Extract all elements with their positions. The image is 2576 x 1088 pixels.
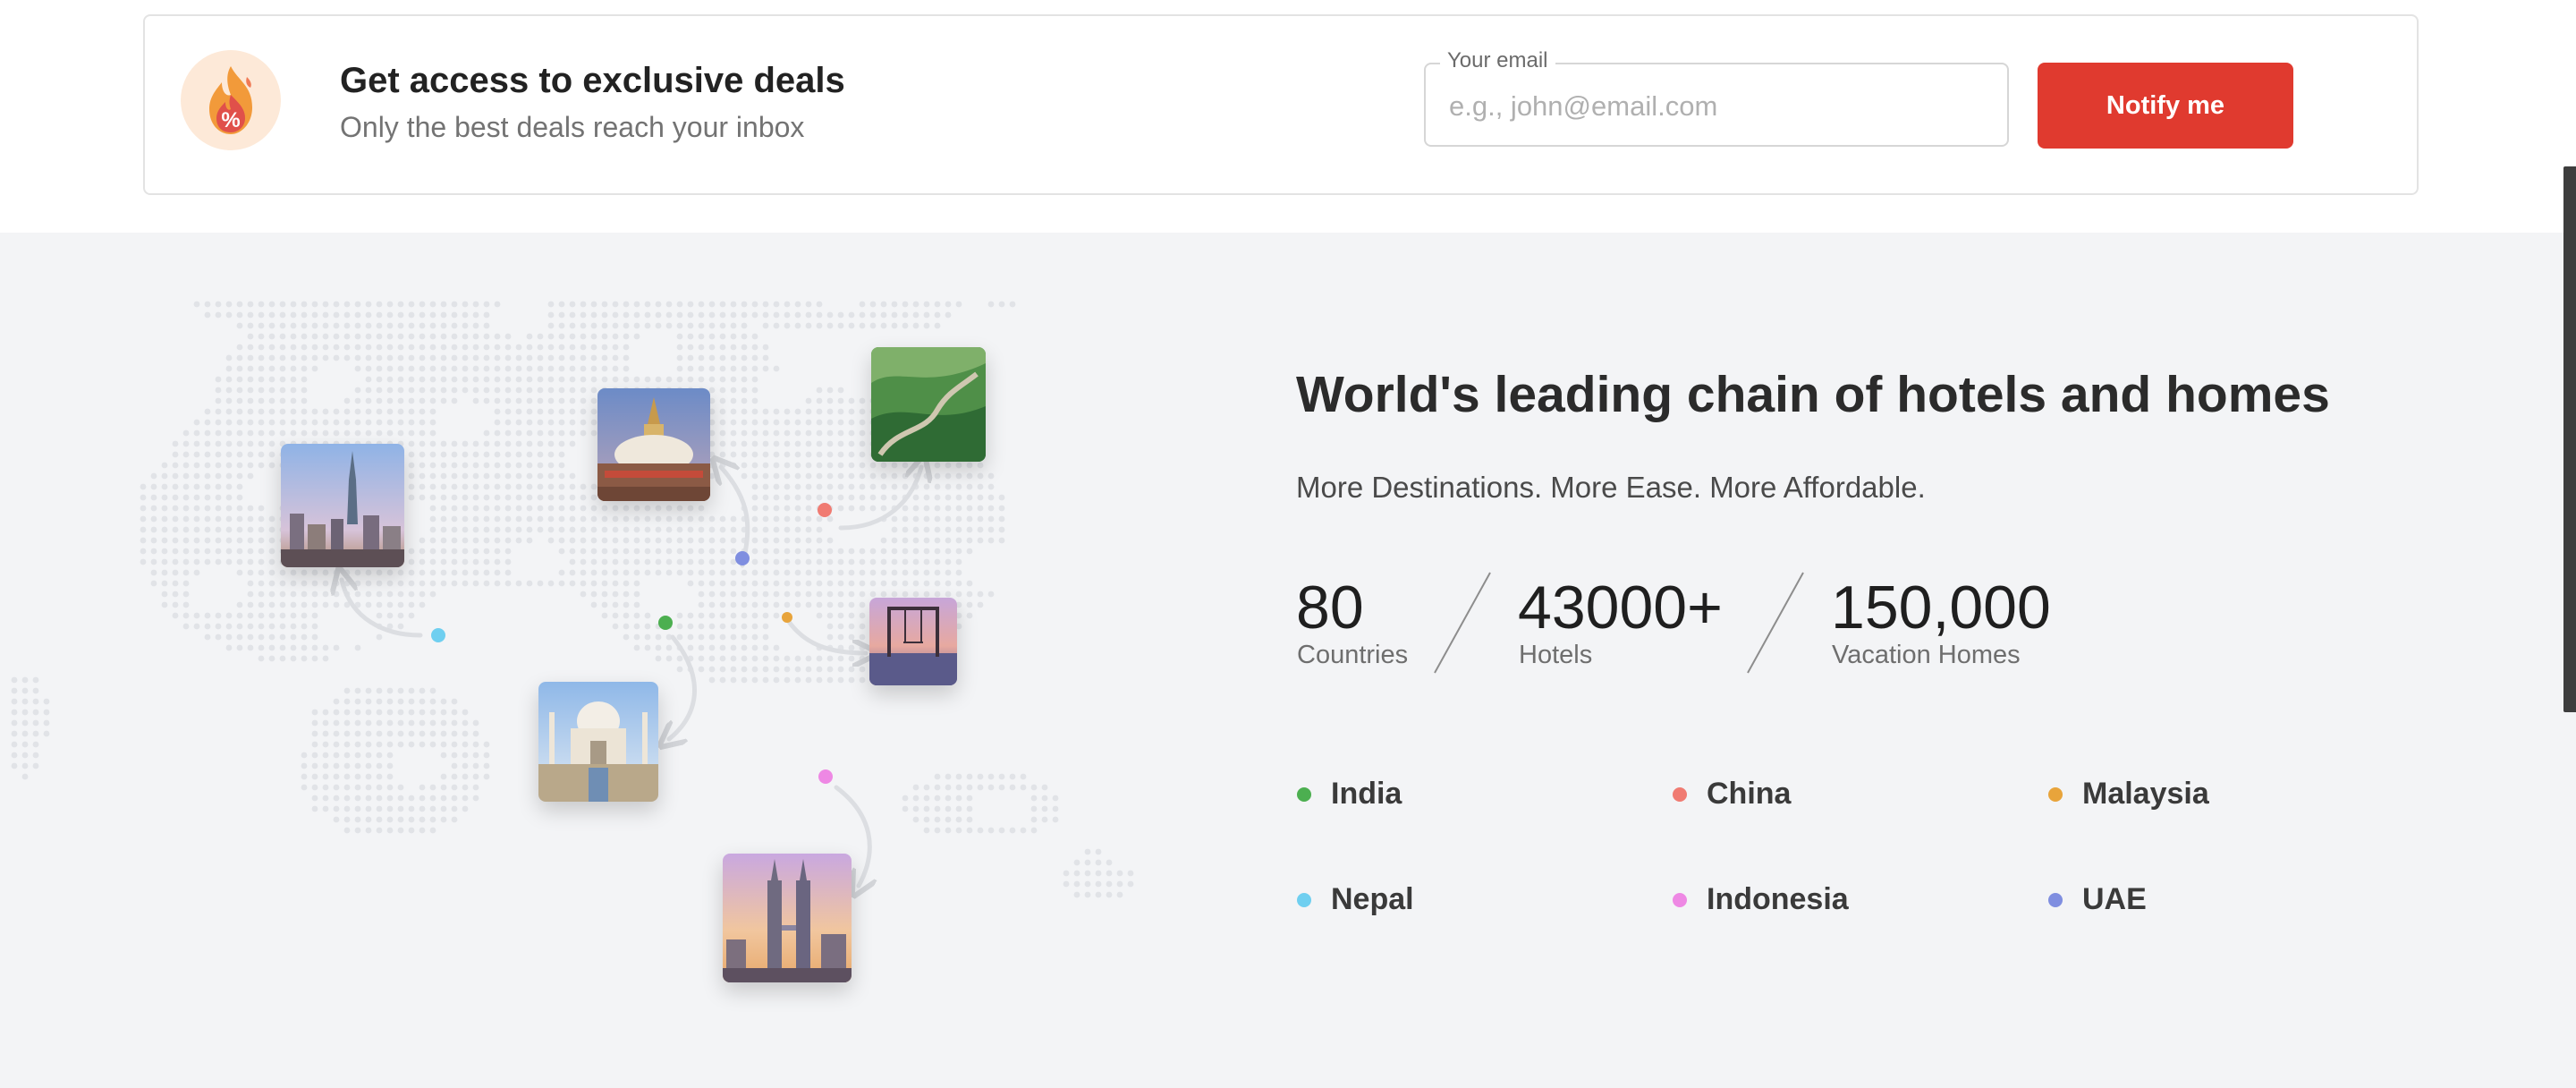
great-wall-photo: [871, 347, 986, 462]
country-name: China: [1707, 777, 1792, 811]
deals-banner: % Get access to exclusive deals Only the…: [143, 14, 2419, 195]
stat-hotels-value: 43000+: [1518, 574, 1723, 642]
deals-title: Get access to exclusive deals: [340, 61, 845, 100]
bullet-dot: [1673, 892, 1687, 907]
country-name: Malaysia: [2082, 777, 2209, 811]
taj-mahal-photo: [538, 682, 658, 802]
country-uae: UAE: [2048, 882, 2147, 917]
map-dot-india: [658, 616, 673, 630]
nepal-stupa-photo: [597, 388, 710, 501]
petronas-towers-photo: [723, 854, 852, 982]
email-field[interactable]: Your email: [1424, 48, 2009, 147]
svg-text:%: %: [221, 108, 240, 132]
map-dot-china: [818, 503, 832, 517]
deals-subtitle: Only the best deals reach your inbox: [340, 111, 805, 143]
country-china: China: [1673, 777, 1791, 812]
stat-vacation-homes-value: 150,000: [1831, 574, 2051, 642]
fire-percent-icon: %: [181, 50, 281, 150]
dubai-skyline-photo: [281, 444, 404, 567]
route-arrows: [0, 233, 1234, 1088]
map-dot-uae: [735, 551, 750, 565]
world-section: World's leading chain of hotels and home…: [0, 233, 2576, 1088]
country-name: Indonesia: [1707, 882, 1849, 916]
country-nepal: Nepal: [1297, 882, 1414, 917]
country-malaysia: Malaysia: [2048, 777, 2209, 812]
bullet-dot: [2048, 892, 2063, 907]
stat-countries-label: Countries: [1297, 641, 1409, 669]
notify-me-button[interactable]: Notify me: [2038, 63, 2293, 149]
bullet-dot: [1297, 786, 1311, 802]
country-name: Nepal: [1331, 882, 1414, 916]
email-input[interactable]: [1447, 81, 1987, 132]
stat-divider: [1747, 572, 1804, 674]
stat-hotels-label: Hotels: [1519, 641, 1593, 669]
section-headline: World's leading chain of hotels and home…: [1296, 366, 2330, 423]
stat-divider: [1434, 572, 1491, 674]
country-india: India: [1297, 777, 1402, 812]
map-dot-indonesia: [818, 769, 833, 784]
stat-vacation-homes-label: Vacation Homes: [1832, 641, 2021, 669]
country-name: UAE: [2082, 882, 2147, 916]
bali-swing-photo: [869, 598, 957, 685]
scrollbar-thumb[interactable]: [2563, 166, 2576, 712]
section-tagline: More Destinations. More Ease. More Affor…: [1296, 471, 1926, 504]
email-label: Your email: [1440, 48, 1555, 73]
bullet-dot: [2048, 786, 2063, 802]
map-dot-nepal: [431, 628, 445, 642]
country-name: India: [1331, 777, 1402, 811]
stat-countries-value: 80: [1296, 574, 1364, 642]
bullet-dot: [1297, 892, 1311, 907]
bullet-dot: [1673, 786, 1687, 802]
map-dot-malaysia: [782, 612, 792, 623]
country-indonesia: Indonesia: [1673, 882, 1849, 917]
